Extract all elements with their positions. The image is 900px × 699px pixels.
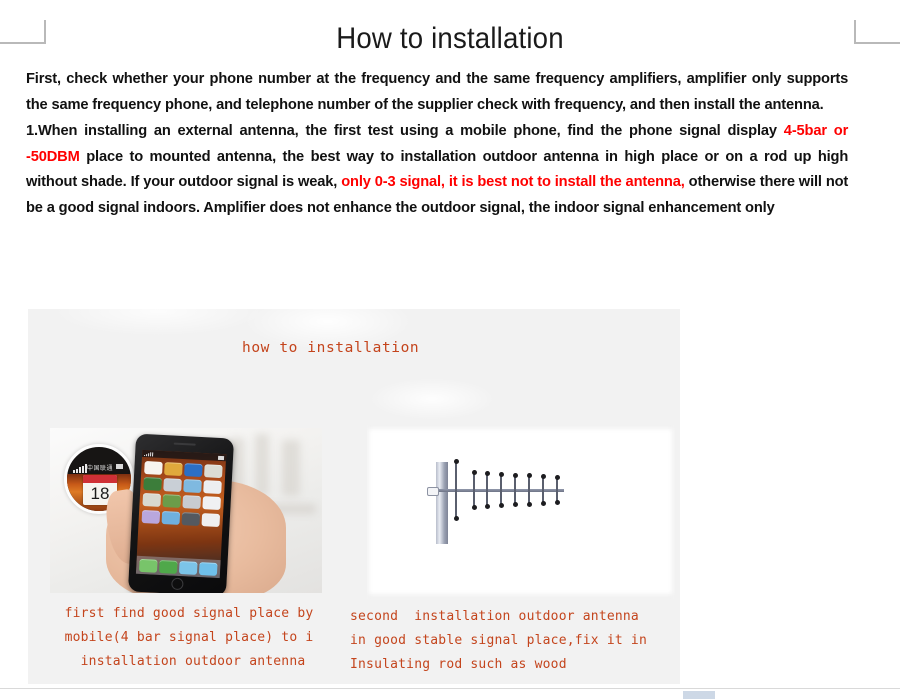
battery-icon: [116, 464, 123, 469]
antenna-boom: [431, 489, 564, 492]
home-screen-icon-grid: [139, 457, 226, 527]
photo-edge: [367, 425, 675, 429]
app-icon: [202, 496, 221, 511]
blurred-background-object: [282, 440, 300, 496]
article-body: First, check whether your phone number a…: [0, 66, 900, 220]
antenna-element-driven: [471, 470, 477, 510]
photo-edge: [367, 425, 369, 599]
antenna-element-reflector: [453, 459, 459, 521]
status-signal-bars-icon: [144, 452, 154, 457]
phone-dock: [135, 555, 221, 579]
step-1-highlight-warning: only 0-3 signal, it is best not to insta…: [341, 173, 685, 190]
app-icon: [143, 477, 162, 492]
app-icon: [141, 509, 160, 524]
app-icon: [162, 494, 181, 509]
app-icon: [163, 478, 182, 493]
antenna-element-director: [526, 473, 532, 507]
app-icon: [159, 559, 178, 574]
photo-phone-signal: 中国联通 18: [50, 428, 322, 593]
app-icon: [184, 463, 203, 478]
antenna-feed-connector: [427, 487, 439, 496]
app-icon: [144, 461, 163, 475]
page-title: How to installation: [336, 22, 564, 55]
status-battery-icon: [217, 455, 225, 460]
figure-heading: how to installation: [242, 340, 420, 356]
app-icon: [204, 464, 223, 479]
mobile-phone-graphic: [127, 433, 235, 593]
page-bottom-tab: [683, 691, 715, 699]
page-bottom-rule: [0, 688, 900, 689]
app-icon: [142, 493, 161, 508]
app-icon: [183, 479, 202, 494]
earpiece-speaker: [173, 442, 196, 446]
app-icon: [164, 462, 183, 476]
app-icon: [179, 560, 198, 575]
figure-captions: first find good signal place by mobile(4…: [28, 602, 680, 677]
app-icon: [138, 558, 158, 573]
app-icon: [201, 512, 221, 527]
photo-edge: [672, 425, 675, 599]
antenna-element-director: [540, 474, 546, 506]
phone-screen: [135, 449, 227, 579]
step-1-paragraph: 1.When installing an external antenna, t…: [26, 118, 848, 220]
app-icon: [199, 561, 218, 576]
blurred-background-object: [255, 434, 269, 496]
step-1-segment-1: When installing an external antenna, the…: [37, 122, 784, 139]
photo-edge: [367, 594, 675, 599]
home-button: [171, 577, 184, 591]
caption-left: first find good signal place by mobile(4…: [64, 606, 314, 669]
app-icon: [181, 511, 200, 526]
antenna-element-director: [554, 475, 560, 505]
signal-bars-icon: [73, 464, 87, 473]
step-1-number: 1.: [26, 122, 38, 139]
intro-paragraph: First, check whether your phone number a…: [26, 70, 849, 113]
app-icon: [182, 495, 201, 510]
app-icon: [161, 510, 180, 525]
antenna-mast: [436, 462, 448, 544]
antenna-element-director: [512, 473, 518, 507]
calendar-icon-header: [83, 475, 117, 483]
antenna-element-director: [484, 471, 490, 509]
photo-outdoor-antenna: [367, 425, 675, 599]
antenna-element-director: [498, 472, 504, 508]
panel-light-wash: [28, 309, 680, 434]
caption-right: second installation outdoor antenna in g…: [350, 609, 647, 672]
carrier-label: 中国联通: [87, 465, 114, 472]
app-icon: [203, 480, 222, 495]
